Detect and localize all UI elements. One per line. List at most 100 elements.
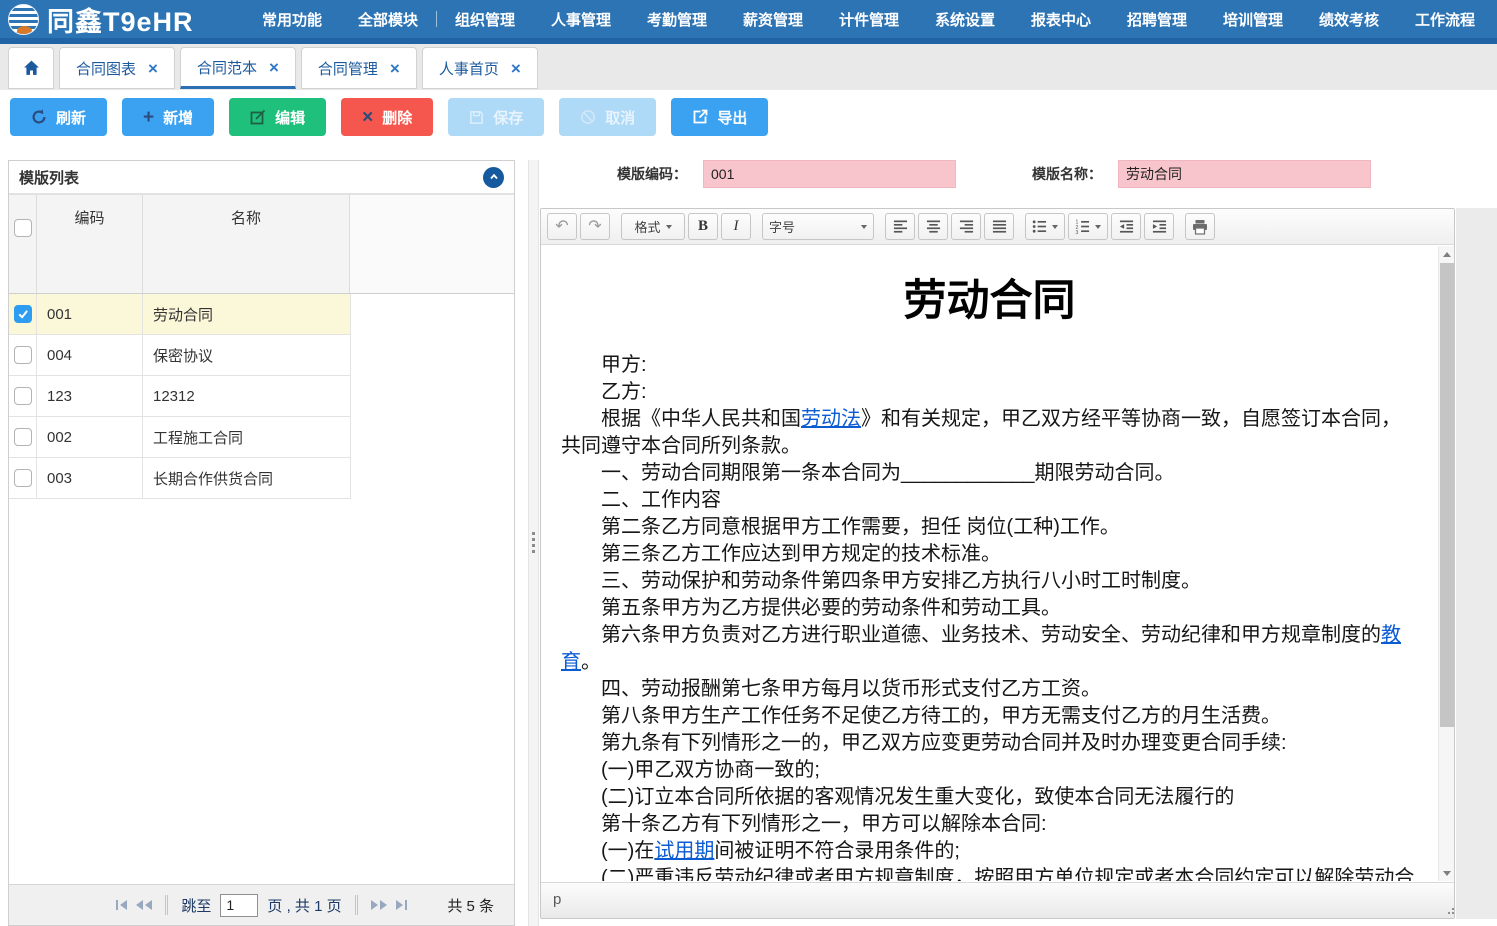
table-row[interactable]: 002 工程施工合同 [9, 417, 351, 458]
select-all-checkbox[interactable] [14, 219, 32, 237]
doc-text: 间被证明不符合录用条件的; [714, 840, 960, 862]
scrollbar-thumb[interactable] [1440, 263, 1454, 727]
row-checkbox[interactable] [14, 305, 32, 323]
first-page-button[interactable] [116, 900, 127, 910]
button-label: 刷新 [56, 107, 86, 128]
template-name-input[interactable] [1118, 160, 1371, 188]
numbered-list-button[interactable]: 123 [1068, 213, 1108, 240]
doc-paragraph: 第三条乙方工作应达到甲方规定的技术标准。 [561, 541, 1418, 568]
save-button[interactable]: 保存 [448, 98, 544, 136]
tab-contract-chart[interactable]: 合同图表 × [59, 47, 175, 89]
doc-link[interactable]: 劳动法 [801, 408, 861, 430]
doc-text: 根据《中华人民共和国 [601, 408, 801, 430]
close-icon[interactable]: × [390, 60, 400, 77]
table-row[interactable]: 003 长期合作供货合同 [9, 458, 351, 499]
outdent-button[interactable] [1111, 213, 1141, 240]
last-page-button[interactable] [396, 900, 407, 910]
export-button[interactable]: 导出 [671, 98, 768, 136]
cancel-button[interactable]: 取消 [559, 98, 656, 136]
previous-page-button[interactable] [136, 900, 152, 910]
doc-paragraph: 一、劳动合同期限第一条本合同为____________期限劳动合同。 [561, 460, 1418, 487]
scroll-down-arrow-icon[interactable] [1439, 865, 1454, 881]
table-row[interactable]: 001 劳动合同 [9, 294, 351, 335]
button-label: 导出 [717, 107, 747, 128]
undo-button[interactable]: ↶ [547, 213, 577, 240]
editor-scrollbar[interactable] [1438, 246, 1454, 881]
nav-item-training[interactable]: 培训管理 [1205, 9, 1301, 30]
row-code: 123 [37, 376, 143, 416]
delete-button[interactable]: × 删除 [341, 98, 433, 136]
collapse-panel-button[interactable] [483, 167, 504, 188]
align-left-button[interactable] [885, 213, 915, 240]
table-row[interactable]: 004 保密协议 [9, 335, 351, 376]
indent-button[interactable] [1144, 213, 1174, 240]
tab-contract-template[interactable]: 合同范本 × [180, 47, 296, 89]
italic-icon: I [734, 218, 739, 235]
bullet-list-button[interactable] [1025, 213, 1065, 240]
refresh-button[interactable]: 刷新 [10, 98, 107, 136]
logo-wedge [17, 26, 32, 35]
bold-button[interactable]: B [688, 213, 718, 240]
nav-item-all-modules[interactable]: 全部模块 [340, 9, 436, 30]
tab-contract-management[interactable]: 合同管理 × [301, 47, 417, 89]
tab-hr-home[interactable]: 人事首页 × [422, 47, 538, 89]
button-label: 编辑 [275, 107, 305, 128]
close-icon[interactable]: × [148, 60, 158, 77]
nav-item-payroll[interactable]: 薪资管理 [725, 9, 821, 30]
tab-label: 人事首页 [439, 58, 499, 79]
close-icon[interactable]: × [269, 59, 279, 76]
doc-link[interactable]: 试用期 [654, 840, 714, 862]
editor-status-bar: p [541, 882, 1454, 918]
nav-item-performance[interactable]: 绩效考核 [1301, 9, 1397, 30]
editor-content-area[interactable]: 劳动合同 甲方:乙方:根据《中华人民共和国劳动法》和有关规定，甲乙双方经平等协商… [541, 246, 1454, 881]
svg-text:3: 3 [1075, 230, 1078, 234]
nav-item-personnel[interactable]: 人事管理 [533, 9, 629, 30]
print-button[interactable] [1185, 213, 1215, 240]
pager-separator [355, 895, 358, 915]
align-right-button[interactable] [951, 213, 981, 240]
logo-icon [8, 4, 39, 35]
format-select[interactable]: 格式 [621, 213, 685, 240]
row-name: 工程施工合同 [143, 417, 350, 457]
nav-item-organization[interactable]: 组织管理 [437, 9, 533, 30]
nav-item-system-settings[interactable]: 系统设置 [917, 9, 1013, 30]
nav-item-common-functions[interactable]: 常用功能 [244, 9, 340, 30]
column-header-name[interactable]: 名称 [143, 195, 350, 293]
row-checkbox[interactable] [14, 469, 32, 487]
nav-item-attendance[interactable]: 考勤管理 [629, 9, 725, 30]
doc-paragraph: 第八条甲方生产工作任务不足使乙方待工的，甲方无需支付乙方的月生活费。 [561, 703, 1418, 730]
align-center-button[interactable] [918, 213, 948, 240]
doc-paragraph: (一)甲乙双方协商一致的; [561, 757, 1418, 784]
row-code: 003 [37, 458, 143, 498]
redo-button[interactable]: ↷ [580, 213, 610, 240]
nav-item-piecework[interactable]: 计件管理 [821, 9, 917, 30]
edit-button[interactable]: 编辑 [229, 98, 326, 136]
italic-button[interactable]: I [721, 213, 751, 240]
fontsize-select[interactable]: 字号 [762, 213, 874, 240]
template-code-input[interactable] [703, 160, 956, 188]
row-code: 002 [37, 417, 143, 457]
doc-text: (二)订立本合同所依据的客观情况发生重大变化，致使本合同无法履行的 [601, 786, 1234, 808]
resize-grip-icon[interactable] [1448, 904, 1450, 906]
nav-item-recruitment[interactable]: 招聘管理 [1109, 9, 1205, 30]
nav-item-report-center[interactable]: 报表中心 [1013, 9, 1109, 30]
row-checkbox[interactable] [14, 428, 32, 446]
scroll-up-arrow-icon[interactable] [1439, 246, 1454, 262]
next-page-button[interactable] [371, 900, 387, 910]
page-number-input[interactable] [220, 894, 258, 917]
add-button[interactable]: + 新增 [122, 98, 214, 136]
table-row[interactable]: 123 12312 [9, 376, 351, 417]
nav-item-workflow[interactable]: 工作流程 [1397, 9, 1493, 30]
doc-text: 第九条有下列情形之一的，甲乙双方应变更劳动合同并及时办理变更合同手续: [601, 732, 1287, 754]
panel-splitter[interactable] [528, 160, 539, 926]
export-icon [692, 109, 708, 125]
column-header-code[interactable]: 编码 [37, 195, 143, 293]
tab-home[interactable] [8, 47, 54, 89]
row-checkbox[interactable] [14, 387, 32, 405]
justify-button[interactable] [984, 213, 1014, 240]
tab-label: 合同管理 [318, 58, 378, 79]
edit-icon [250, 109, 266, 125]
doc-paragraph: 第十条乙方有下列情形之一，甲方可以解除本合同: [561, 811, 1418, 838]
close-icon[interactable]: × [511, 60, 521, 77]
row-checkbox[interactable] [14, 346, 32, 364]
